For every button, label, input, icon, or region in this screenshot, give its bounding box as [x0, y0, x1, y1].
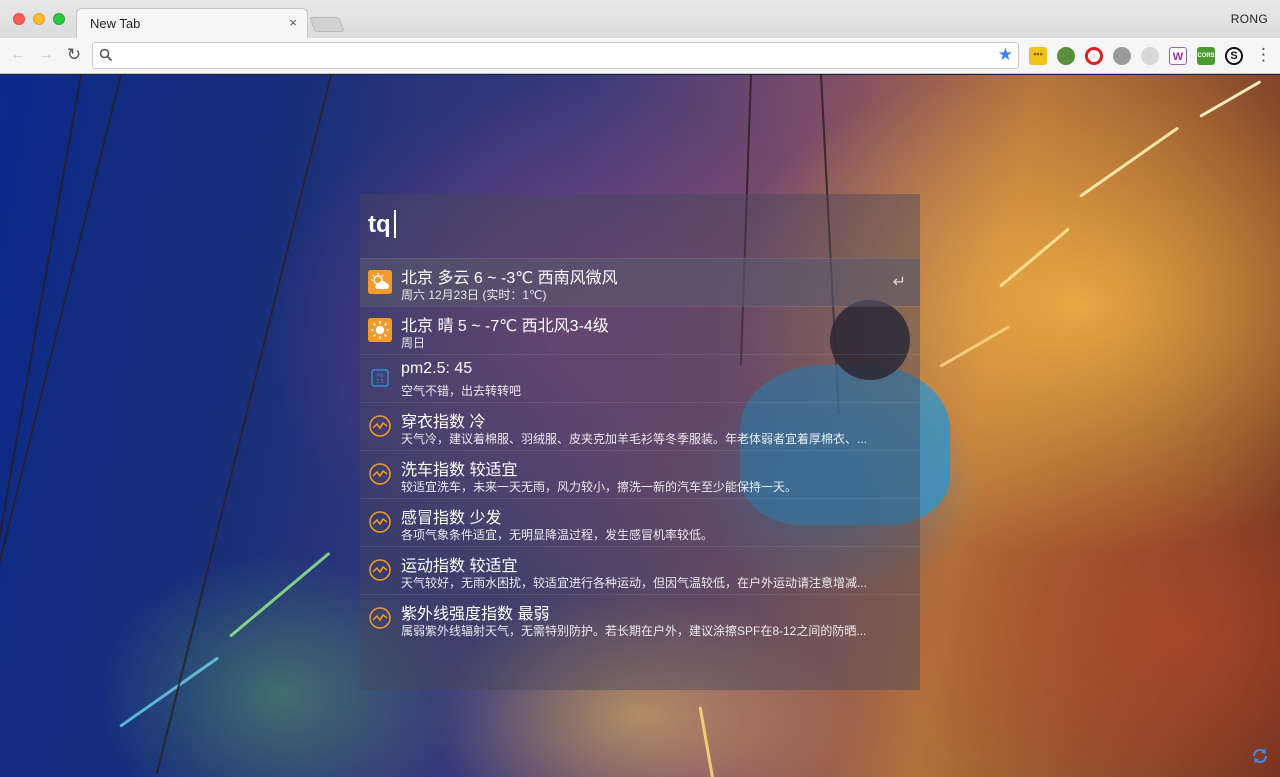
new-tab-button[interactable] [309, 17, 345, 32]
result-subtitle: 各项气象条件适宜，无明显降温过程，发生感冒机率较低。 [401, 528, 714, 542]
word-extension-icon[interactable]: W [1169, 47, 1187, 65]
launcher-query[interactable]: tq [368, 210, 396, 239]
reload-icon[interactable]: ↻ [64, 45, 84, 65]
window-close-button[interactable] [13, 13, 25, 25]
cors-extension-icon[interactable]: CORS [1197, 47, 1215, 65]
result-subtitle: 天气较好，无雨水困扰，较适宜进行各种运动，但因气温较低，在户外运动请注意增减..… [401, 576, 868, 590]
index-chart-icon [369, 559, 391, 581]
sunny-icon [368, 318, 392, 342]
result-item[interactable]: 感冒指数 少发 各项气象条件适宜，无明显降温过程，发生感冒机率较低。 [360, 498, 920, 546]
result-title: 紫外线强度指数 最弱 [401, 606, 550, 623]
result-subtitle: 天气冷，建议着棉服、羽绒服、皮夹克加羊毛衫等冬季服装。年老体弱者宜着厚棉衣、..… [401, 432, 868, 446]
results-list: 北京 多云 6 ~ -3℃ 西南风微风 周六 12月23日 (实时：1℃) ↵ … [360, 258, 920, 642]
result-item[interactable]: 运动指数 较适宜 天气较好，无雨水困扰，较适宜进行各种运动，但因气温较低，在户外… [360, 546, 920, 594]
result-title: 穿衣指数 冷 [401, 414, 486, 431]
window-maximize-button[interactable] [53, 13, 65, 25]
compass-extension-icon[interactable] [1113, 47, 1131, 65]
result-title: 感冒指数 少发 [401, 510, 502, 527]
result-title: 北京 晴 5 ~ -7℃ 西北风3-4级 [401, 318, 609, 335]
window-minimize-button[interactable] [33, 13, 45, 25]
query-text[interactable]: tq [368, 211, 391, 238]
forward-arrow-icon[interactable]: → [36, 45, 56, 65]
index-chart-icon [369, 463, 391, 485]
window-titlebar: New Tab × RONG [0, 0, 1280, 39]
result-item[interactable]: 北京 晴 5 ~ -7℃ 西北风3-4级 周日 [360, 306, 920, 354]
browser-menu-icon[interactable]: ⋮ [1255, 45, 1272, 65]
result-title: 洗车指数 较适宜 [401, 462, 518, 479]
result-item[interactable]: PM 2.5 pm2.5: 45 空气不错，出去转转吧 [360, 354, 920, 402]
launcher-panel: tq 北京 多云 6 ~ -3℃ 西南风微风 周六 12月23日 (实时：1℃)… [360, 194, 920, 690]
bookmark-star-icon[interactable]: ★ [998, 45, 1013, 65]
result-subtitle: 周六 12月23日 (实时：1℃) [401, 288, 547, 302]
result-title: 运动指数 较适宜 [401, 558, 518, 575]
notes-extension-icon[interactable]: ▪▪▪ [1029, 47, 1047, 65]
s-extension-icon[interactable]: S [1225, 47, 1243, 65]
apple-extension-icon[interactable] [1057, 47, 1075, 65]
cloud-extension-icon[interactable] [1141, 47, 1159, 65]
profile-name[interactable]: RONG [1231, 12, 1268, 26]
result-item[interactable]: 洗车指数 较适宜 较适宜洗车，未来一天无雨，风力较小，擦洗一新的汽车至少能保持一… [360, 450, 920, 498]
result-title: pm2.5: 45 [401, 360, 473, 377]
result-subtitle: 属弱紫外线辐射天气，无需特别防护。若长期在户外，建议涂擦SPF在8-12之间的防… [401, 624, 867, 638]
svg-text:2.5: 2.5 [376, 379, 384, 385]
address-bar[interactable]: ★ [92, 42, 1019, 69]
back-arrow-icon[interactable]: ← [8, 45, 28, 65]
opera-extension-icon[interactable] [1085, 47, 1103, 65]
result-subtitle: 较适宜洗车，未来一天无雨，风力较小，擦洗一新的汽车至少能保持一天。 [401, 480, 798, 494]
tab-title: New Tab [90, 16, 141, 31]
result-subtitle: 空气不错，出去转转吧 [401, 384, 522, 398]
text-caret [393, 210, 396, 238]
partly-cloudy-icon [368, 270, 392, 294]
index-chart-icon [369, 607, 391, 629]
search-icon [99, 48, 113, 62]
result-item[interactable]: 北京 多云 6 ~ -3℃ 西南风微风 周六 12月23日 (实时：1℃) ↵ [360, 258, 920, 306]
index-chart-icon [369, 415, 391, 437]
result-subtitle: 周日 [401, 336, 426, 350]
enter-key-icon: ↵ [892, 274, 906, 291]
result-item[interactable]: 紫外线强度指数 最弱 属弱紫外线辐射天气，无需特别防护。若长期在户外，建议涂擦S… [360, 594, 920, 642]
pm25-icon: PM 2.5 [371, 369, 389, 387]
tab-close-icon[interactable]: × [289, 15, 297, 30]
result-title: 北京 多云 6 ~ -3℃ 西南风微风 [401, 270, 618, 287]
refresh-wallpaper-icon[interactable] [1250, 746, 1270, 766]
index-chart-icon [369, 511, 391, 533]
result-item[interactable]: 穿衣指数 冷 天气冷，建议着棉服、羽绒服、皮夹克加羊毛衫等冬季服装。年老体弱者宜… [360, 402, 920, 450]
browser-tab[interactable]: New Tab × [76, 8, 308, 39]
